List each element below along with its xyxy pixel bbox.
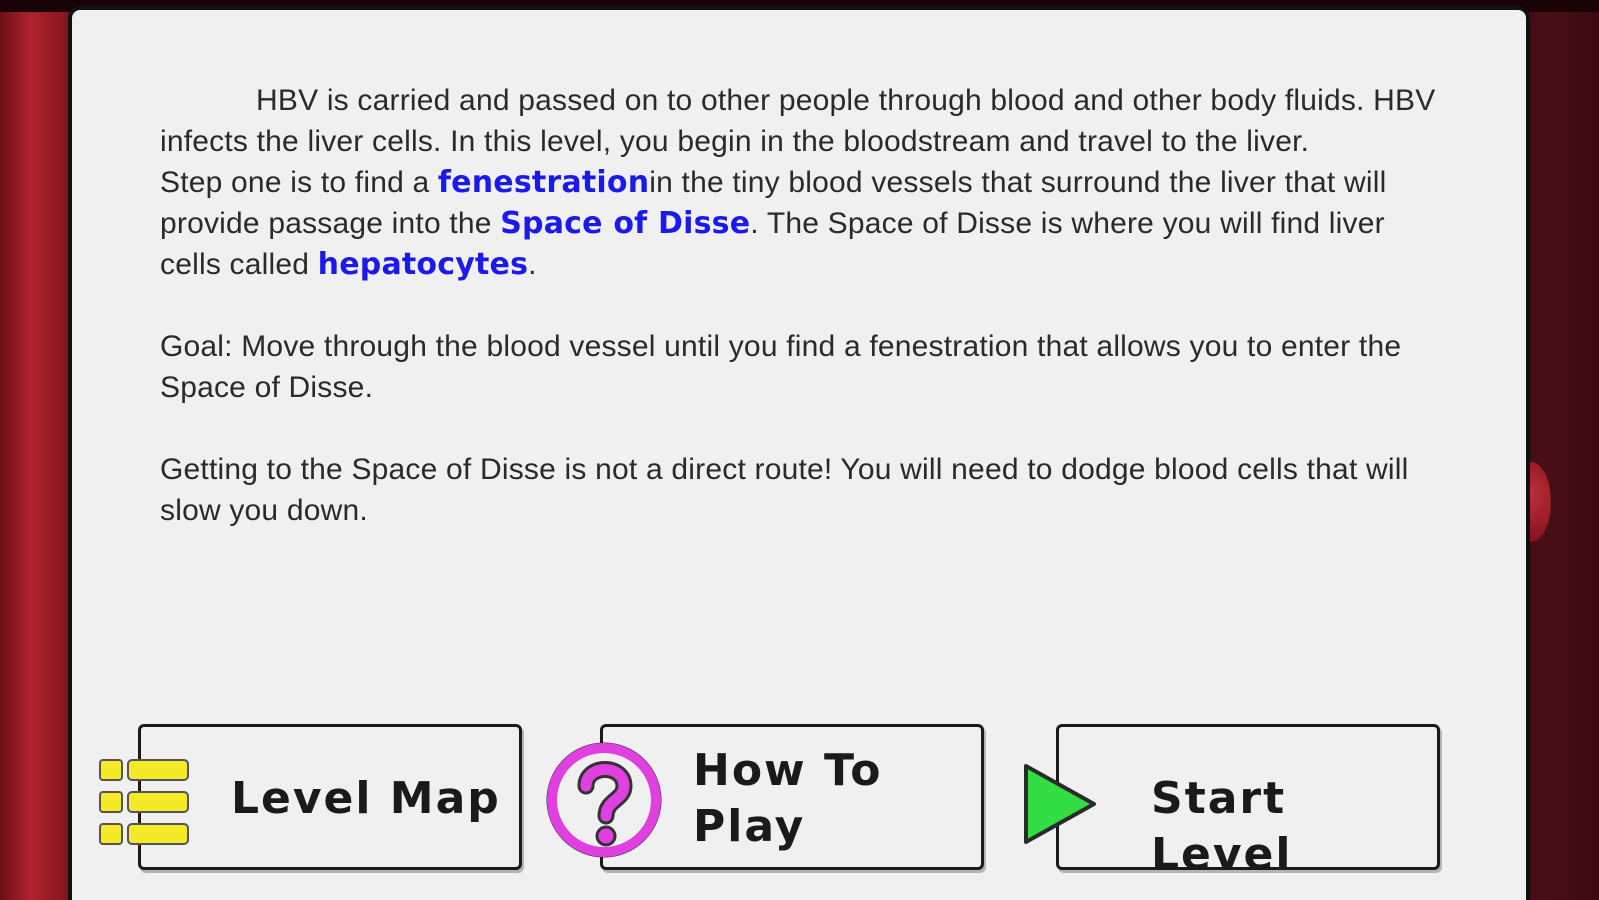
question-icon	[546, 742, 662, 858]
intro-paragraph-2: Step one is to find a fenestrationin the…	[160, 165, 1387, 282]
keyword-fenestration[interactable]: fenestration	[438, 165, 649, 200]
level-intro-panel: HBV is carried and passed on to other pe…	[68, 6, 1530, 900]
level-map-label: Level Map	[231, 773, 501, 824]
level-map-button[interactable]: Level Map	[138, 724, 522, 870]
how-to-play-label-line-1: How To	[693, 745, 883, 796]
goal-paragraph: Goal: Move through the blood vessel unti…	[160, 330, 1402, 404]
start-level-label: Start Level	[1151, 773, 1293, 880]
how-to-play-label-line-2: Play	[693, 801, 806, 852]
intro-text: HBV is carried and passed on to other pe…	[160, 80, 1450, 531]
intro-paragraph-1: HBV is carried and passed on to other pe…	[160, 84, 1436, 158]
play-icon	[1024, 764, 1096, 844]
keyword-hepatocytes[interactable]: hepatocytes	[318, 247, 528, 282]
warning-paragraph: Getting to the Space of Disse is not a d…	[160, 453, 1409, 527]
keyword-space-of-disse[interactable]: Space of Disse	[500, 206, 750, 241]
list-icon	[99, 759, 189, 845]
start-level-button[interactable]: Start Level	[1056, 724, 1440, 880]
